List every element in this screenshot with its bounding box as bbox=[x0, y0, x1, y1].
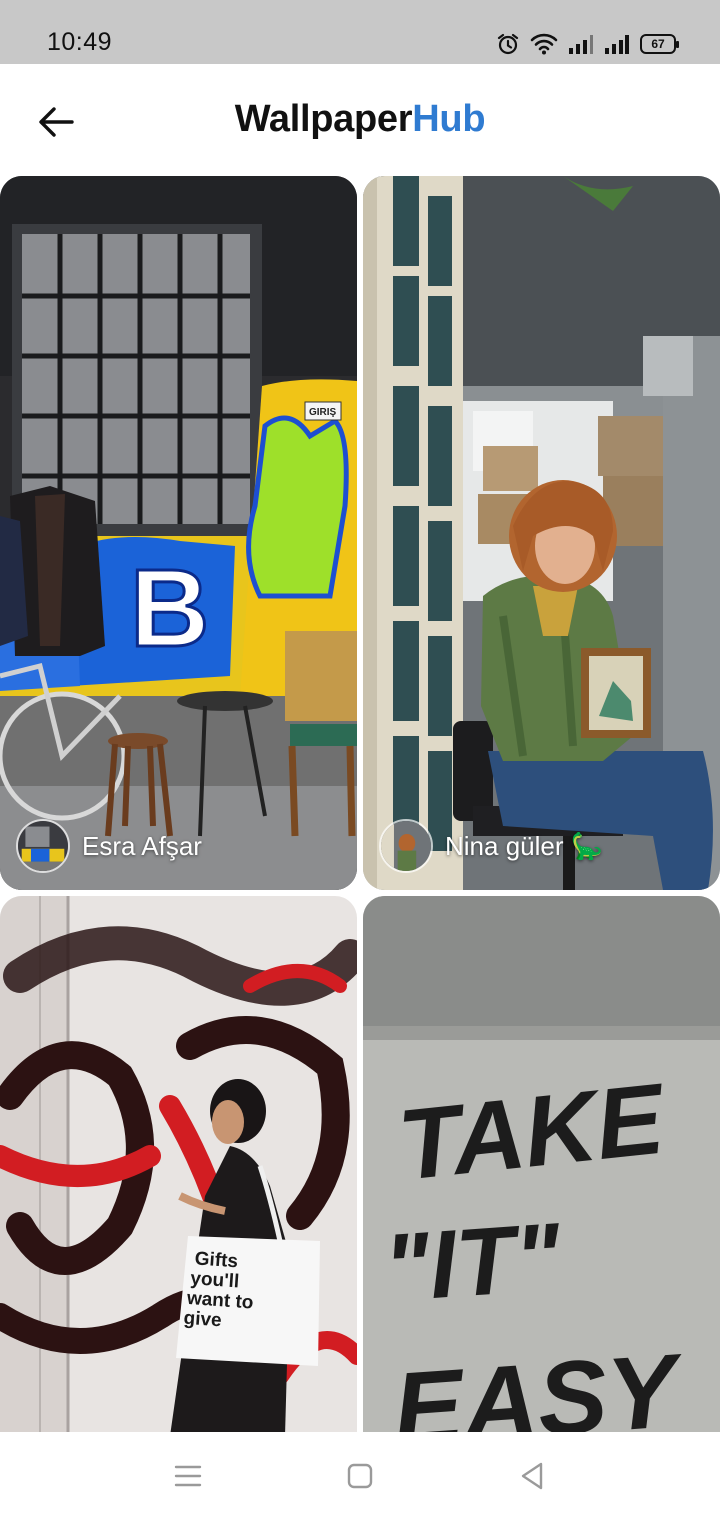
author-name: Esra Afşar bbox=[82, 830, 202, 861]
status-time: 10:49 bbox=[47, 28, 113, 56]
card-author: Nina güler 🦕 bbox=[379, 818, 603, 874]
author-avatar bbox=[379, 819, 433, 873]
alarm-icon bbox=[496, 32, 520, 56]
author-avatar bbox=[16, 819, 70, 873]
system-back-button[interactable] bbox=[510, 1454, 554, 1498]
sign-text: GIRIŞ bbox=[309, 407, 337, 418]
menu-icon bbox=[174, 1465, 202, 1487]
app-bar: WallpaperHub bbox=[0, 64, 720, 176]
signal-icon bbox=[568, 33, 594, 55]
status-bar: 10:49 67 bbox=[0, 0, 720, 64]
signal-icon bbox=[604, 33, 630, 55]
wallpaper-image: Gifts you'll want to give bbox=[0, 896, 357, 1436]
navigation-bar bbox=[0, 1432, 720, 1520]
menu-button[interactable] bbox=[166, 1454, 210, 1498]
back-triangle-icon bbox=[521, 1462, 543, 1490]
wallpaper-image: TAKE "IT" EASY bbox=[363, 896, 720, 1436]
author-name: Nina güler 🦕 bbox=[445, 830, 604, 861]
wifi-icon bbox=[530, 33, 558, 55]
app-title-accent: Hub bbox=[412, 98, 486, 140]
status-icons: 67 bbox=[496, 30, 679, 58]
battery-level: 67 bbox=[651, 37, 665, 51]
battery-icon: 67 bbox=[640, 34, 679, 54]
svg-text:B: B bbox=[130, 547, 209, 670]
card-author: Esra Afşar bbox=[16, 818, 202, 874]
wallpaper-card[interactable]: Gifts you'll want to give bbox=[0, 896, 357, 1436]
wallpaper-card[interactable]: B GIRIŞ Esra Afşar bbox=[0, 176, 357, 890]
app-title: WallpaperHub bbox=[0, 98, 720, 141]
wallpaper-card[interactable]: Nina güler 🦕 bbox=[363, 176, 720, 890]
svg-text:"IT": "IT" bbox=[381, 1203, 566, 1322]
home-icon bbox=[347, 1463, 373, 1489]
wallpaper-image: B GIRIŞ bbox=[0, 176, 357, 890]
svg-text:give: give bbox=[183, 1308, 222, 1332]
wallpaper-image bbox=[363, 176, 720, 890]
home-button[interactable] bbox=[338, 1454, 382, 1498]
wallpaper-card[interactable]: TAKE "IT" EASY bbox=[363, 896, 720, 1436]
app-title-main: Wallpaper bbox=[234, 98, 413, 140]
